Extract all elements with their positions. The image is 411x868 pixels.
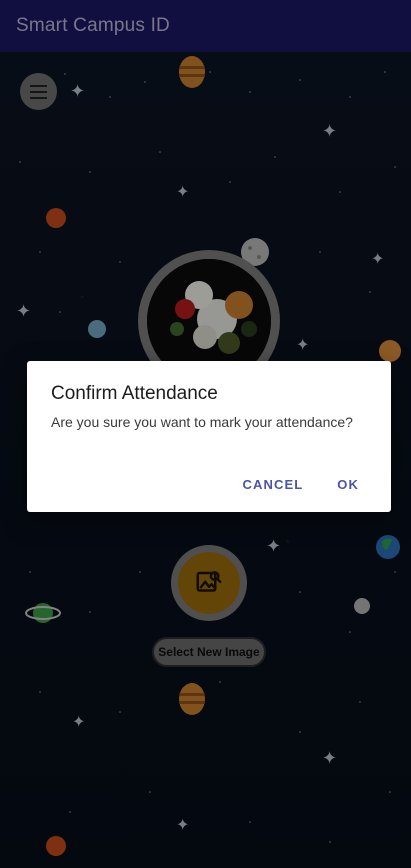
dialog-title: Confirm Attendance (51, 383, 218, 404)
dialog-message: Are you sure you want to mark your atten… (51, 414, 353, 430)
dialog-actions: CANCEL OK (235, 472, 391, 496)
ok-button[interactable]: OK (329, 473, 367, 496)
cancel-button[interactable]: CANCEL (235, 473, 312, 496)
confirm-attendance-dialog: Confirm Attendance Are you sure you want… (27, 361, 391, 512)
